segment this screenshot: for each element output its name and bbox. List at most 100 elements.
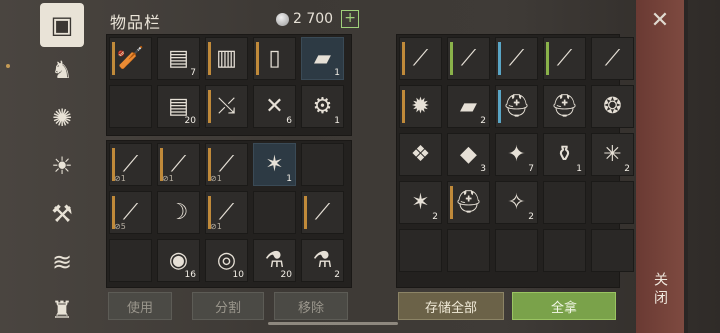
coin-amount: 2 700 bbox=[293, 11, 334, 27]
item-slot-spear[interactable]: ⟋ bbox=[543, 37, 586, 80]
item-slot-bottle[interactable]: ⚱ 1 bbox=[543, 133, 586, 176]
blue-sword-icon: ⟋ bbox=[508, 46, 525, 71]
add-coins-button[interactable]: + bbox=[341, 10, 360, 28]
wolf-icon[interactable]: ♞ bbox=[44, 52, 80, 88]
item-count: 2 bbox=[480, 116, 486, 126]
empty-slot[interactable] bbox=[109, 85, 152, 128]
item-count: 3 bbox=[480, 164, 486, 174]
item-slot-halberd[interactable]: ⟋ bbox=[399, 37, 442, 80]
empty-slot[interactable] bbox=[495, 229, 538, 272]
item-slot-scroll[interactable]: ❖ bbox=[399, 133, 442, 176]
durability-label: ⊘1 bbox=[210, 222, 222, 231]
item-slot-helmet[interactable]: ⛑ bbox=[495, 85, 538, 128]
item-count: 1 bbox=[334, 116, 340, 126]
scimitar-icon: ☽ bbox=[168, 200, 189, 225]
item-count: 20 bbox=[280, 270, 292, 280]
book-icon: ✹ bbox=[411, 94, 430, 119]
item-slot-crossbow[interactable]: ⤯ bbox=[205, 85, 248, 128]
item-slot-halberd[interactable]: ⟋ ⊘1 bbox=[157, 143, 200, 186]
item-slot-halberd[interactable]: ⟋ ⊘1 bbox=[205, 143, 248, 186]
item-count: 10 bbox=[232, 270, 244, 280]
leather-armor-icon: ▥ bbox=[216, 46, 237, 71]
item-slot-bread[interactable]: ◉ 16 bbox=[157, 239, 200, 282]
scrollbar[interactable] bbox=[268, 322, 398, 325]
close-icon[interactable]: ✕ bbox=[648, 10, 672, 34]
item-count: 1 bbox=[286, 174, 292, 184]
durability-label: ⊘1 bbox=[162, 174, 174, 183]
map-sun-icon[interactable]: ☀ bbox=[44, 148, 80, 184]
great-helm-icon: ⛑ bbox=[550, 94, 579, 119]
item-slot-poleaxe[interactable]: ⟋ bbox=[591, 37, 634, 80]
item-slot-iron-mask[interactable]: ⛑ bbox=[447, 181, 490, 224]
item-count: 1 bbox=[576, 164, 582, 174]
item-slot-sword[interactable]: ⟋ ⊘1 bbox=[205, 191, 248, 234]
item-slot-bolts[interactable]: ✕ 6 bbox=[253, 85, 296, 128]
item-slot-great-helm[interactable]: ⛑ bbox=[543, 85, 586, 128]
item-slot-wood-plank[interactable]: ▰ 2 bbox=[447, 85, 490, 128]
item-slot-thorn-branches[interactable]: ✶ 2 bbox=[399, 181, 442, 224]
empty-slot[interactable] bbox=[447, 229, 490, 272]
falchion-icon: ⟋ bbox=[314, 200, 331, 225]
item-slot-scimitar[interactable]: ☽ bbox=[157, 191, 200, 234]
item-count: 2 bbox=[528, 212, 534, 222]
inventory-title: 物品栏 bbox=[110, 13, 162, 32]
close-label[interactable]: 关闭 bbox=[650, 272, 670, 308]
empty-slot[interactable] bbox=[253, 191, 296, 234]
scroll-icon[interactable]: ≋ bbox=[44, 244, 80, 280]
item-slot-cloth[interactable]: ▤ 7 bbox=[157, 37, 200, 80]
character-icon[interactable]: ♜ bbox=[44, 292, 80, 328]
store-all-button[interactable]: 存储全部 bbox=[398, 292, 504, 320]
durability-label: ⊘1 bbox=[210, 174, 222, 183]
item-count: 16 bbox=[184, 270, 196, 280]
item-slot-falchion[interactable]: ⟋ bbox=[301, 191, 344, 234]
empty-slot[interactable] bbox=[591, 229, 634, 272]
sidebar: ▣ ♞ ✺ ☀ ⚒ ≋ ♜ bbox=[0, 0, 100, 333]
item-slot-spiked-club[interactable]: 🏏 bbox=[109, 37, 152, 80]
item-slot-map-scroll[interactable]: ✧ 2 bbox=[495, 181, 538, 224]
crossbow-icon: ⤯ bbox=[217, 94, 236, 119]
item-slot-leather-pants[interactable]: ▯ bbox=[253, 37, 296, 80]
coin-balance: 2 700 + bbox=[276, 10, 360, 28]
skill-icon[interactable]: ✺ bbox=[44, 100, 80, 136]
item-slot-silver-ore[interactable]: ◆ 3 bbox=[447, 133, 490, 176]
item-slot-ice-potion[interactable]: ✳ 2 bbox=[591, 133, 634, 176]
hammer-icon[interactable]: ⚒ bbox=[44, 196, 80, 232]
empty-slot[interactable] bbox=[399, 229, 442, 272]
empty-slot[interactable] bbox=[591, 181, 634, 224]
item-count: 2 bbox=[432, 212, 438, 222]
item-count: 20 bbox=[184, 116, 196, 126]
spiked-club-icon: 🏏 bbox=[116, 46, 145, 71]
item-slot-halberd[interactable]: ⟋ ⊘5 bbox=[109, 191, 152, 234]
item-slot-book[interactable]: ✹ bbox=[399, 85, 442, 128]
item-slot-potion[interactable]: ⚗ 2 bbox=[301, 239, 344, 282]
take-all-button[interactable]: 全拿 bbox=[512, 292, 616, 320]
item-slot-cloth-stack[interactable]: ▤ 20 bbox=[157, 85, 200, 128]
remove-button[interactable]: 移除 bbox=[274, 292, 348, 320]
empty-slot[interactable] bbox=[301, 143, 344, 186]
item-slot-gear[interactable]: ⚙ 1 bbox=[301, 85, 344, 128]
item-count: 2 bbox=[624, 164, 630, 174]
empty-slot[interactable] bbox=[543, 181, 586, 224]
notification-dot bbox=[6, 64, 10, 68]
chest-icon[interactable]: ▣ bbox=[40, 3, 84, 47]
item-slot-green-spear[interactable]: ⟋ bbox=[447, 37, 490, 80]
item-slot-blue-sword[interactable]: ⟋ bbox=[495, 37, 538, 80]
coin-icon bbox=[276, 12, 289, 26]
split-button[interactable]: 分割 bbox=[192, 292, 264, 320]
item-slot-leather-armor[interactable]: ▥ bbox=[205, 37, 248, 80]
scroll-icon: ❖ bbox=[410, 142, 431, 167]
item-slot-blue-crystal[interactable]: ✦ 7 bbox=[495, 133, 538, 176]
item-slot-wood-planks[interactable]: ▰ 1 bbox=[301, 37, 344, 80]
halberd-icon: ⟋ bbox=[412, 46, 429, 71]
item-slot-potion[interactable]: ⚗ 20 bbox=[253, 239, 296, 282]
inventory-grid-bottom: ⟋ ⊘1 ⟋ ⊘1 ⟋ ⊘1 ✶ 1 ⟋ ⊘5 ☽ ⟋ ⊘1 ⟋ ◉ 16 ◎ 10 ⚗ 20 ⚗ 2 bbox=[106, 140, 352, 288]
helmet-icon: ⛑ bbox=[502, 94, 531, 119]
use-button[interactable]: 使用 bbox=[108, 292, 172, 320]
item-slot-thorn-crown[interactable]: ❂ bbox=[591, 85, 634, 128]
item-slot-sword[interactable]: ⟋ ⊘1 bbox=[109, 143, 152, 186]
item-slot-thorn-branches[interactable]: ✶ 1 bbox=[253, 143, 296, 186]
empty-slot[interactable] bbox=[109, 239, 152, 282]
empty-slot[interactable] bbox=[543, 229, 586, 272]
green-spear-icon: ⟋ bbox=[460, 46, 477, 71]
item-slot-bandage[interactable]: ◎ 10 bbox=[205, 239, 248, 282]
